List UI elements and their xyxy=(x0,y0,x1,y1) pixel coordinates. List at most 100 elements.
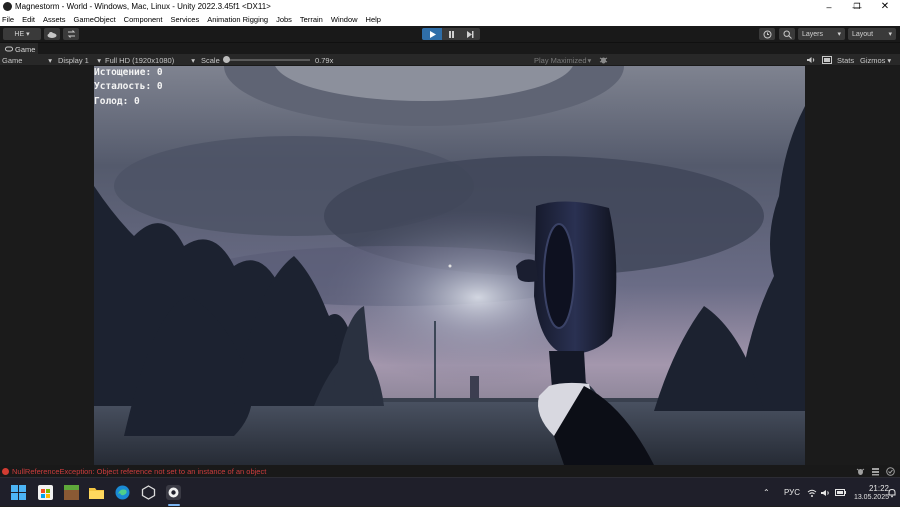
wifi-icon xyxy=(807,489,817,497)
bell-icon xyxy=(888,488,896,497)
scale-slider[interactable] xyxy=(226,59,310,61)
gizmos-label: Gizmos xyxy=(860,55,886,65)
speaker-tray-icon xyxy=(821,489,829,496)
window-minimize-button[interactable]: – xyxy=(815,0,843,13)
menu-component[interactable]: Component xyxy=(124,15,163,24)
grass-block-icon xyxy=(64,485,79,500)
tab-game-label: Game xyxy=(15,44,36,54)
unity-hub-button[interactable] xyxy=(141,485,156,500)
chevron-up-icon: ⌃ xyxy=(763,488,770,497)
view-mode-label: Game xyxy=(2,55,23,65)
display-chevron-icon: ▾ xyxy=(97,55,101,65)
tray-overflow-button[interactable]: ⌃ xyxy=(763,478,770,507)
play-mode-dropdown[interactable]: Play Maximized ▾ xyxy=(534,54,591,66)
menu-bar: File Edit Assets GameObject Component Se… xyxy=(0,13,900,26)
check-circle-icon xyxy=(886,467,895,476)
menu-animation-rigging[interactable]: Animation Rigging xyxy=(207,15,268,24)
view-mode-dropdown[interactable]: Game ▾ xyxy=(2,54,52,66)
lighting-status-icon[interactable] xyxy=(886,467,895,476)
windows-taskbar: ⌃ РУС 21:22 13.05.2025 xyxy=(0,477,900,506)
monitor-icon xyxy=(822,56,832,64)
window-restore-button[interactable]: ❐ xyxy=(843,0,871,13)
layers-chevron-icon: ▾ xyxy=(837,31,841,38)
scale-slider-handle[interactable] xyxy=(223,56,230,63)
store-app-button[interactable] xyxy=(38,485,53,500)
view-mode-chevron-icon: ▾ xyxy=(48,55,52,65)
debug-icon[interactable] xyxy=(856,467,865,476)
play-mode-label: Play Maximized xyxy=(534,55,587,65)
gizmos-chevron-icon: ▾ xyxy=(887,55,892,65)
menu-file[interactable]: File xyxy=(2,15,14,24)
gizmos-button[interactable]: Gizmos ▾ xyxy=(860,54,891,66)
battery-icon xyxy=(835,489,846,496)
step-button[interactable] xyxy=(460,28,480,40)
progress-icon[interactable] xyxy=(871,467,880,476)
minecraft-app-button[interactable] xyxy=(64,485,79,500)
pause-button[interactable] xyxy=(441,28,461,40)
tab-bar: Game xyxy=(0,42,900,55)
account-label: HE ▾ xyxy=(14,31,30,38)
history-button[interactable] xyxy=(759,28,775,40)
gamepad-icon xyxy=(5,46,13,52)
mute-audio-button[interactable] xyxy=(599,54,608,66)
hud-hunger: Голод: 0 xyxy=(94,96,140,107)
folder-icon xyxy=(89,488,104,499)
play-button[interactable] xyxy=(422,28,442,40)
search-icon xyxy=(783,30,792,39)
language-indicator[interactable]: РУС xyxy=(784,478,800,507)
hud-fatigue: Усталость: 0 xyxy=(94,81,163,92)
menu-edit[interactable]: Edit xyxy=(22,15,35,24)
menu-window[interactable]: Window xyxy=(331,15,358,24)
menu-gameobject[interactable]: GameObject xyxy=(74,15,116,24)
edge-browser-button[interactable] xyxy=(115,485,130,500)
stats-button[interactable]: Stats xyxy=(837,54,854,66)
account-dropdown[interactable]: HE ▾ xyxy=(3,28,41,40)
file-explorer-button[interactable] xyxy=(89,485,104,500)
search-button[interactable] xyxy=(779,28,795,40)
layers-dropdown[interactable]: Layers ▾ xyxy=(798,28,845,40)
game-scene-render[interactable] xyxy=(94,66,805,465)
layers-label: Layers xyxy=(802,30,824,38)
wifi-button[interactable] xyxy=(807,478,817,507)
unity-editor-button[interactable] xyxy=(166,485,181,500)
console-error-message[interactable]: NullReferenceException: Object reference… xyxy=(12,467,266,476)
unity-logo-icon xyxy=(3,2,12,11)
clock-button[interactable]: 21:22 13.05.2025 xyxy=(853,482,889,504)
clock-time: 21:22 xyxy=(868,484,889,493)
collab-button[interactable] xyxy=(63,28,79,40)
window-title: Magnestorm - World - Windows, Mac, Linux… xyxy=(15,2,271,11)
play-mode-chevron-icon: ▾ xyxy=(587,55,592,65)
resolution-dropdown[interactable]: Full HD (1920x1080) ▾ xyxy=(105,54,195,66)
hud-exhaustion: Истощение: 0 xyxy=(94,67,163,78)
resolution-label: Full HD (1920x1080) xyxy=(105,55,175,65)
menu-jobs[interactable]: Jobs xyxy=(276,15,292,24)
audio-toggle[interactable] xyxy=(807,54,816,66)
notifications-button[interactable] xyxy=(887,478,897,507)
scale-value: 0.79x xyxy=(315,55,334,65)
speaker-icon xyxy=(807,57,815,63)
layout-dropdown[interactable]: Layout ▾ xyxy=(848,28,896,40)
collab-icon xyxy=(67,30,75,38)
error-icon xyxy=(2,467,9,475)
battery-button[interactable] xyxy=(835,478,846,507)
unity-editor-icon xyxy=(168,487,179,498)
menu-services[interactable]: Services xyxy=(170,15,199,24)
cloud-button[interactable] xyxy=(44,28,60,40)
window-close-button[interactable]: ✕ xyxy=(871,0,899,13)
display-label: Display 1 xyxy=(58,55,89,65)
fullscreen-toggle[interactable] xyxy=(822,54,832,66)
bug-status-icon xyxy=(856,468,865,475)
edge-icon xyxy=(115,485,130,500)
menu-help[interactable]: Help xyxy=(366,15,381,24)
display-dropdown[interactable]: Display 1 ▾ xyxy=(58,54,101,66)
volume-button[interactable] xyxy=(821,478,831,507)
console-status-bar[interactable]: NullReferenceException: Object reference… xyxy=(0,465,900,477)
menu-assets[interactable]: Assets xyxy=(43,15,66,24)
menu-terrain[interactable]: Terrain xyxy=(300,15,323,24)
windows-start-button[interactable] xyxy=(11,485,26,500)
cloud-icon xyxy=(47,31,57,38)
layout-chevron-icon: ▾ xyxy=(888,31,892,38)
play-icon xyxy=(429,30,436,38)
scale-label: Scale xyxy=(201,55,220,65)
store-icon xyxy=(41,489,50,498)
